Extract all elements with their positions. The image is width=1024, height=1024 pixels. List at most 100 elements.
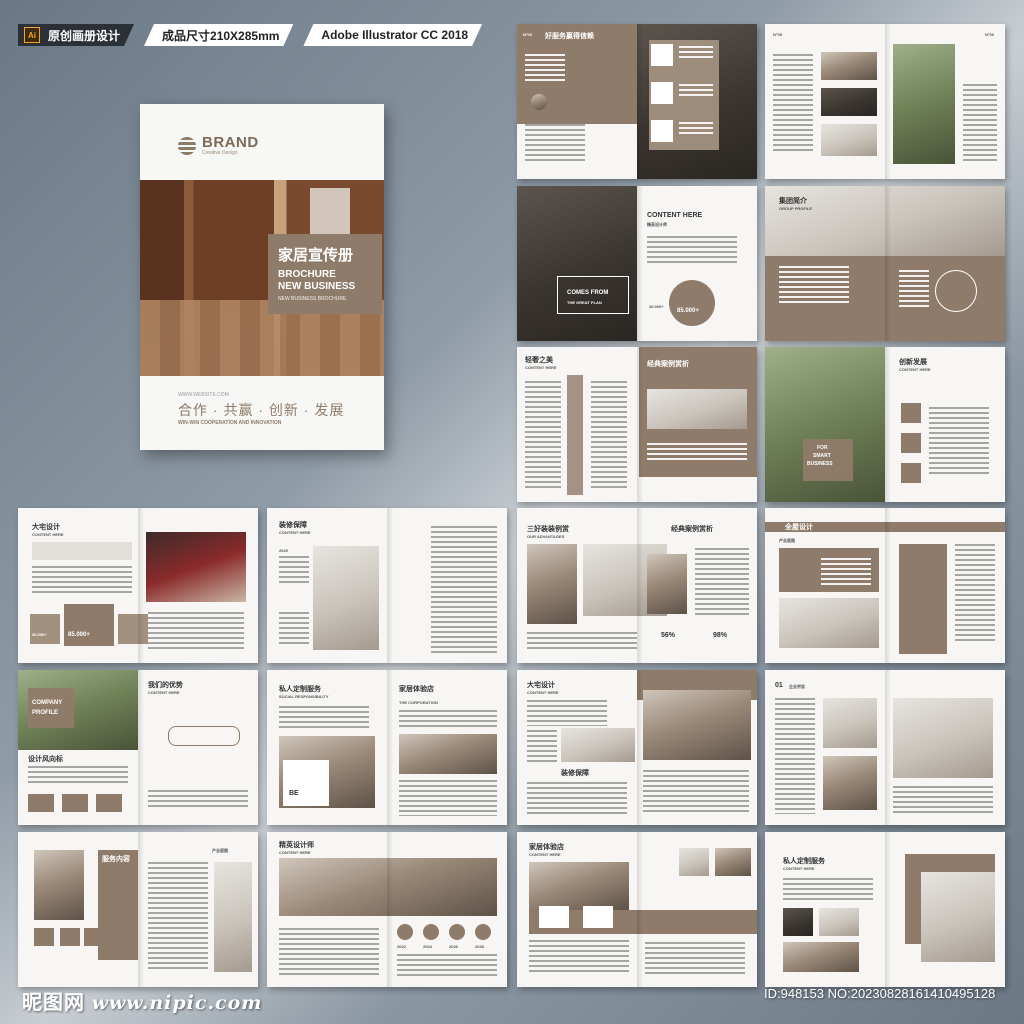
spread-16: 精英设计师 CONTENT HERE 2022 2024 2026 2028 <box>267 832 507 987</box>
spread-13-title2: 装修保障 <box>561 770 589 777</box>
spread-16-year-4: 2028 <box>475 944 484 949</box>
cover-website: WWW.WEBSITE.COM <box>178 392 229 398</box>
spread-1-num: N°03 <box>523 32 532 37</box>
spread-5-title2: 经典案例赏析 <box>647 361 689 368</box>
brand-logo: BRAND Creative Design <box>178 134 259 156</box>
spread-4: 集团简介 GROUP PROFILE <box>765 186 1005 341</box>
spread-7-stat: 85.000+ <box>68 632 90 638</box>
spread-11-title: 我们的优势 <box>148 682 183 689</box>
spread-14-title: 01 <box>775 682 783 689</box>
title-label: 原创画册设计 <box>48 28 121 43</box>
spread-8: 装修保障 CONTENT HERE 2025 <box>267 508 507 663</box>
spread-15-title: 服务内容 <box>102 856 130 863</box>
spread-1: N°03 好服务赢得信赖 <box>517 24 757 179</box>
spread-9: 三好装装例赏 OUR ADVANTAGES 经典案例赏析 56% 98% <box>517 508 757 663</box>
spread-9-title: 三好装装例赏 <box>527 526 569 533</box>
spread-17: 家居体验店 CONTENT HERE <box>517 832 757 987</box>
spread-7-stat2: 30.000+ <box>32 632 47 637</box>
spread-4-title: 集团简介 <box>779 198 807 205</box>
globe-icon <box>178 137 196 155</box>
spread-9-pct2: 98% <box>713 632 728 639</box>
spread-2-num-r: N°06 <box>985 32 994 37</box>
spread-7: 大宅设计 CONTENT HERE 85.000+ 30.000+ <box>18 508 258 663</box>
spread-8-title: 装修保障 <box>279 522 307 529</box>
spread-13-sub: CONTENT HERE <box>527 690 559 695</box>
size-badge: 成品尺寸210X285mm <box>144 24 293 46</box>
spread-12-badge: BE <box>289 790 299 797</box>
spread-3: COMES FROM THE GREAT PLAN CONTENT HERE 精… <box>517 186 757 341</box>
spread-6-sub: CONTENT HERE <box>899 367 931 372</box>
spread-12-sub2: THE CORPORATION <box>399 700 438 705</box>
spread-7-title: 大宅设计 <box>32 524 60 531</box>
spread-6: FOR SMART BUSINESS 创新发展 CONTENT HERE <box>765 347 1005 502</box>
spread-16-year-2: 2024 <box>423 944 432 949</box>
spread-3-stat: 85.000+ <box>677 308 699 314</box>
watermark-site-cn: 昵图网 <box>22 992 85 1014</box>
spread-6-badge: FOR <box>817 445 828 451</box>
header-bar: Ai 原创画册设计 成品尺寸210X285mm Adobe Illustrato… <box>18 24 482 46</box>
spread-13: 大宅设计 CONTENT HERE 装修保障 <box>517 670 757 825</box>
spread-3-badge2: THE GREAT PLAN <box>567 300 602 305</box>
spread-3-sub: 精英设计师 <box>647 222 667 227</box>
spread-3-title: CONTENT HERE <box>647 212 703 219</box>
software-badge: Adobe Illustrator CC 2018 <box>303 24 482 46</box>
spread-4-sub: GROUP PROFILE <box>779 206 813 211</box>
image-id: ID:948153 NO:20230828161410495128 <box>764 986 996 1001</box>
size-label: 成品尺寸210X285mm <box>162 28 280 43</box>
cover-slogan: 合作 · 共赢 · 创新 · 发展 <box>178 402 345 418</box>
cover-title-en-1: BROCHURE <box>278 269 336 280</box>
spread-9-pct1: 56% <box>661 632 676 639</box>
brochure-cover: BRAND Creative Design 家居宣传册 BROCHURE NEW… <box>140 104 384 450</box>
spread-15-sub: 产业版图 <box>212 848 228 853</box>
spread-14-sub: 企业宗旨 <box>789 684 805 689</box>
cover-title-en-2: NEW BUSINESS <box>278 281 356 292</box>
spread-5-sub: CONTENT HERE <box>525 365 557 370</box>
spread-16-sub: CONTENT HERE <box>279 850 311 855</box>
spread-2-num: N°05 <box>773 32 782 37</box>
spread-16-title: 精英设计师 <box>279 842 314 849</box>
cover-slogan-en: WIN-WIN COOPERATION AND INNOVATION <box>178 420 282 426</box>
cover-title-sub: NEW BUSINESS BROCHURE <box>278 296 347 302</box>
cover-title-panel: 家居宣传册 BROCHURE NEW BUSINESS NEW BUSINESS… <box>268 234 382 314</box>
title-badge: Ai 原创画册设计 <box>18 24 134 46</box>
watermark-url: www.nipic.com <box>91 992 263 1014</box>
spread-17-title: 家居体验店 <box>529 844 564 851</box>
spread-11-badge2: PROFILE <box>32 710 59 716</box>
spread-9-sub: OUR ADVANTAGES <box>527 534 565 539</box>
spread-13-title: 大宅设计 <box>527 682 555 689</box>
spread-10-title: 全屋设计 <box>785 524 813 531</box>
spread-17-sub: CONTENT HERE <box>529 852 561 857</box>
software-label: Adobe Illustrator CC 2018 <box>321 28 469 42</box>
spread-6-title: 创新发展 <box>899 359 927 366</box>
spread-5-title: 轻奢之美 <box>525 357 553 364</box>
spread-16-year-3: 2026 <box>449 944 458 949</box>
spread-3-badge: COMES FROM <box>567 290 609 296</box>
spread-9-title2: 经典案例赏析 <box>671 526 713 533</box>
spread-1-title: 好服务赢得信赖 <box>545 33 594 40</box>
spread-12-sub: SOCIAL RESPONSIBILITY <box>279 694 329 699</box>
spread-16-year-1: 2022 <box>397 944 406 949</box>
spread-8-sub: CONTENT HERE <box>279 530 311 535</box>
spread-10-sub: 产业版图 <box>779 538 795 543</box>
spread-11-title2: 设计风向标 <box>28 756 63 763</box>
spread-15: 服务内容 产业版图 <box>18 832 258 987</box>
brand-name: BRAND <box>202 134 259 151</box>
cover-title-cn: 家居宣传册 <box>278 247 354 264</box>
spread-10: 全屋设计 产业版图 <box>765 508 1005 663</box>
spread-14: 01 企业宗旨 <box>765 670 1005 825</box>
spread-3-stat2: 30.000+ <box>649 304 664 309</box>
spread-12-title2: 家居体验店 <box>399 686 434 693</box>
spread-2: N°05 N°06 <box>765 24 1005 179</box>
spread-11-badge: COMPANY <box>32 700 63 706</box>
spread-5: 轻奢之美 CONTENT HERE 经典案例赏析 <box>517 347 757 502</box>
spread-12-title: 私人定制服务 <box>279 686 321 693</box>
spread-6-badge2: SMART <box>813 453 831 459</box>
spread-18: 私人定制服务 CONTENT HERE <box>765 832 1005 987</box>
spread-8-year: 2025 <box>279 548 288 553</box>
watermark: 昵图网 www.nipic.com <box>22 986 262 1015</box>
spread-12: 私人定制服务 SOCIAL RESPONSIBILITY BE 家居体验店 TH… <box>267 670 507 825</box>
spread-18-title: 私人定制服务 <box>783 858 825 865</box>
spread-7-sub: CONTENT HERE <box>32 532 64 537</box>
spread-11: COMPANY PROFILE 设计风向标 我们的优势 CONTENT HERE <box>18 670 258 825</box>
spread-6-badge3: BUSINESS <box>807 461 833 467</box>
